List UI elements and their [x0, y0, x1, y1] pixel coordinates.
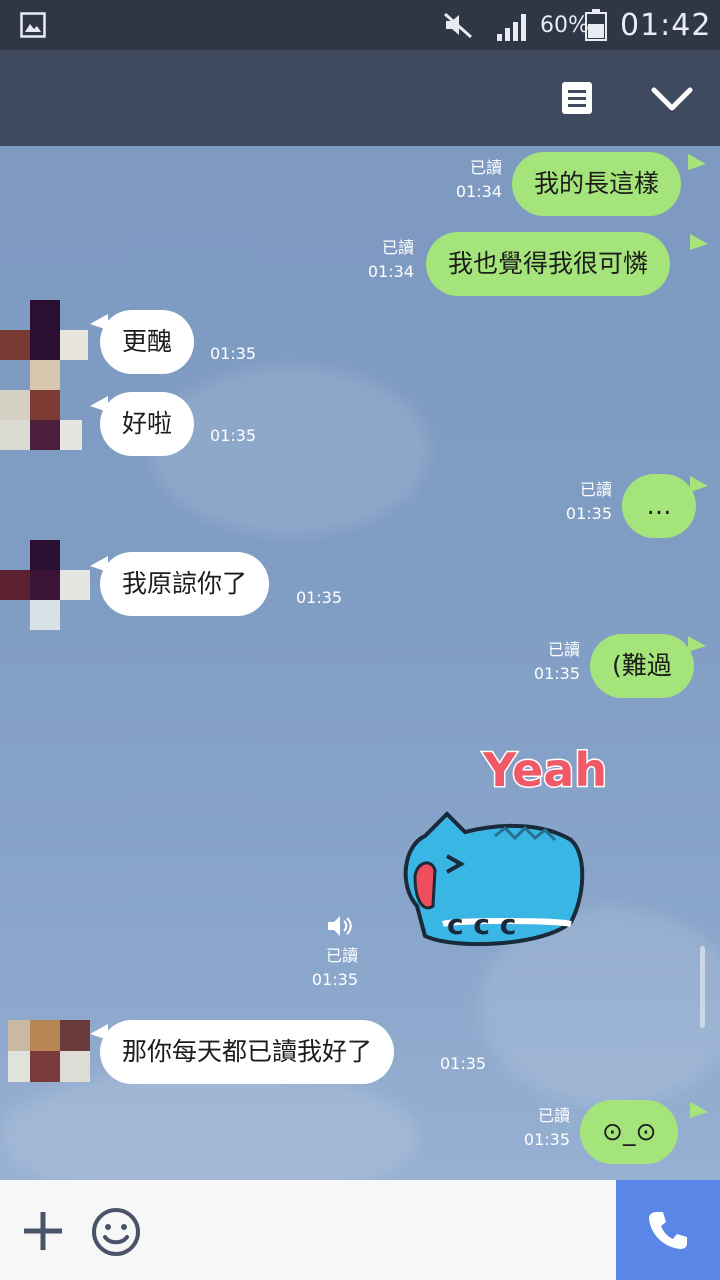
message-bubble-incoming[interactable]: 更醜 — [100, 310, 195, 374]
message-meta: 已讀 01:34 — [352, 236, 414, 284]
signal-icon — [497, 14, 526, 41]
message-meta: 已讀 01:35 — [518, 638, 580, 686]
message-time: 01:35 — [440, 1054, 487, 1073]
bubble-tail — [690, 234, 708, 250]
message-bubble-outgoing[interactable]: (難過 — [590, 634, 694, 698]
read-receipt: 已讀 — [381, 238, 414, 257]
svg-text:c c c: c c c — [447, 908, 516, 941]
scrollbar[interactable] — [700, 946, 705, 1028]
chat-header — [0, 50, 720, 146]
gallery-icon — [20, 12, 46, 38]
message-time: 01:35 — [311, 970, 358, 989]
message-time: 01:34 — [455, 182, 502, 201]
read-receipt: 已讀 — [325, 946, 358, 965]
chevron-down-icon[interactable] — [650, 82, 694, 116]
input-bar — [0, 1180, 720, 1280]
chat-area[interactable]: 已讀 01:34 我的長這樣 已讀 01:34 我也覺得我很可憐 更醜 01:3… — [0, 146, 720, 1180]
bubble-tail — [688, 154, 706, 170]
avatar[interactable] — [0, 300, 90, 450]
status-bar: 60% 01:42 — [0, 0, 720, 50]
sticker-caption: Yeah — [482, 743, 605, 797]
message-meta: 已讀 01:35 — [508, 1104, 570, 1152]
battery-percent: 60% — [540, 13, 589, 38]
message-time: 01:35 — [523, 1130, 570, 1149]
plus-icon[interactable] — [20, 1208, 66, 1254]
message-time: 01:35 — [210, 426, 257, 445]
message-bubble-incoming[interactable]: 那你每天都已讀我好了 — [100, 1020, 395, 1084]
message-meta: 已讀 01:34 — [440, 156, 502, 204]
avatar[interactable] — [8, 1020, 98, 1082]
mute-icon — [444, 12, 472, 39]
read-receipt: 已讀 — [469, 158, 502, 177]
message-bubble-outgoing[interactable]: 我也覺得我很可憐 — [426, 232, 671, 296]
message-bubble-outgoing[interactable]: ⊙_⊙ — [580, 1100, 679, 1164]
message-bubble-incoming[interactable]: 我原諒你了 — [100, 552, 270, 616]
message-time: 01:35 — [533, 664, 580, 683]
read-receipt: 已讀 — [579, 480, 612, 499]
message-bubble-incoming[interactable]: 好啦 — [100, 392, 195, 456]
bubble-tail — [690, 1102, 708, 1118]
read-receipt: 已讀 — [547, 640, 580, 659]
message-meta: 已讀 01:35 — [550, 478, 612, 526]
emoji-icon[interactable] — [90, 1206, 142, 1258]
bubble-tail — [688, 636, 706, 652]
phone-icon — [649, 1212, 687, 1249]
speaker-icon[interactable] — [326, 914, 354, 938]
message-time: 01:35 — [565, 504, 612, 523]
avatar[interactable] — [0, 540, 90, 630]
sticker-message[interactable]: Yeah c c c — [395, 736, 609, 956]
message-time: 01:35 — [296, 588, 343, 607]
background-cloud — [150, 366, 430, 536]
sticker-cat-illustration: Yeah c c c — [403, 742, 609, 947]
notes-icon[interactable] — [560, 80, 594, 116]
message-time: 01:34 — [367, 262, 414, 281]
read-receipt: 已讀 — [537, 1106, 570, 1125]
status-clock: 01:42 — [620, 8, 712, 43]
message-time: 01:35 — [210, 344, 257, 363]
call-button[interactable] — [616, 1180, 720, 1280]
message-bubble-outgoing[interactable]: 我的長這樣 — [512, 152, 682, 216]
battery-icon — [585, 9, 607, 41]
bubble-tail — [690, 476, 708, 492]
message-bubble-outgoing[interactable]: … — [622, 474, 696, 538]
message-meta: 已讀 01:35 — [296, 944, 358, 992]
